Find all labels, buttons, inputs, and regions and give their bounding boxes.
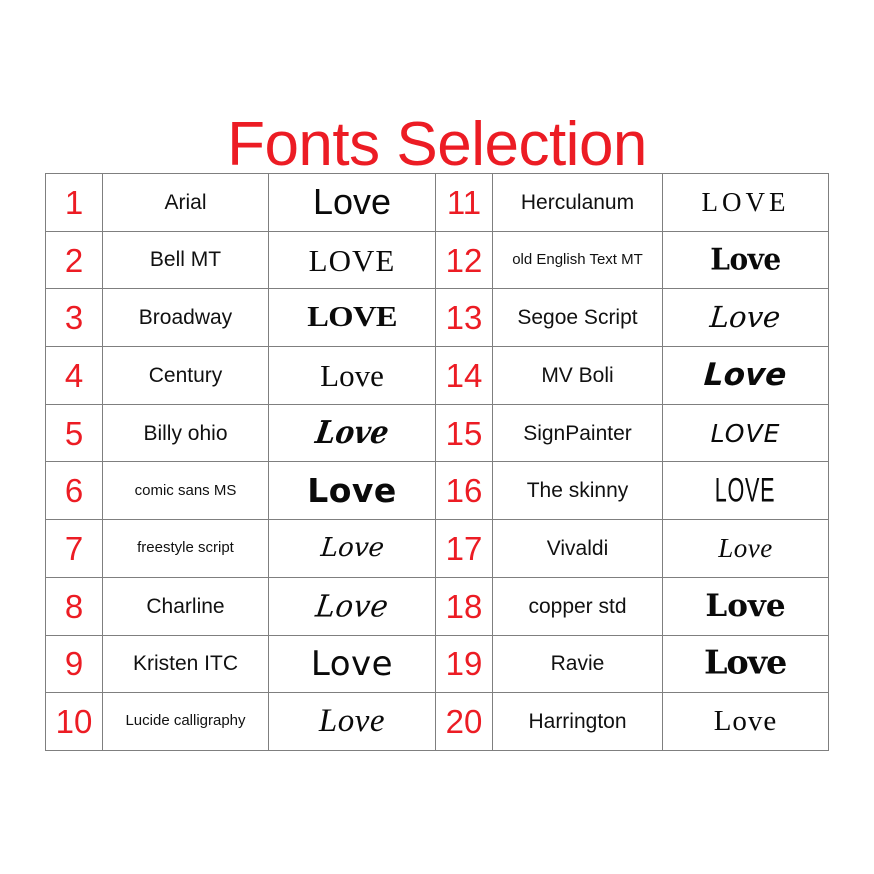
page-title: Fonts Selection (227, 109, 647, 179)
font-sample-17: Love (662, 519, 829, 578)
row-number-5: 5 (45, 403, 103, 463)
font-name-11: Herculanum (492, 173, 663, 232)
font-sample-1: Love (268, 173, 436, 232)
sample-text-2: LOVE (308, 242, 396, 278)
row-number-4: 4 (45, 346, 103, 405)
font-name-8: Charline (102, 576, 269, 636)
sample-text-13: Love (708, 300, 783, 335)
row-number-17: 17 (435, 519, 493, 578)
font-sample-4: Love (268, 346, 436, 405)
table-row: 8 Charline Love 18 copper std Love (45, 576, 829, 636)
font-name-20: Harrington (492, 692, 663, 751)
font-sample-10: Love (268, 692, 436, 751)
row-number-18: 18 (435, 576, 493, 636)
fonts-selection-table: 1 Arial Love 11 Herculanum LOVE 2 Bell M… (45, 173, 829, 751)
font-name-13: Segoe Script (492, 288, 663, 348)
font-name-4: Century (102, 346, 269, 405)
table-row: 3 Broadway LOVE 13 Segoe Script Love (45, 288, 829, 348)
font-name-16: The skinny (492, 461, 663, 521)
sample-text-5: Love (312, 414, 392, 452)
font-name-5: Billy ohio (102, 403, 269, 463)
row-number-11: 11 (435, 173, 493, 232)
row-number-16: 16 (435, 461, 493, 521)
row-number-10: 10 (45, 692, 103, 751)
sample-text-1: Love (312, 181, 392, 223)
font-name-15: SignPainter (492, 403, 663, 463)
sample-text-4: Love (320, 357, 384, 393)
font-sample-12: Love (662, 230, 829, 290)
font-sample-6: Love (268, 461, 436, 521)
sample-text-3: LOVE (307, 301, 397, 334)
row-number-12: 12 (435, 230, 493, 290)
font-sample-11: LOVE (662, 173, 829, 232)
row-number-1: 1 (45, 173, 103, 232)
row-number-15: 15 (435, 403, 493, 463)
font-name-17: Vivaldi (492, 519, 663, 578)
font-sample-3: LOVE (268, 288, 436, 348)
row-number-19: 19 (435, 634, 493, 694)
row-number-2: 2 (45, 230, 103, 290)
font-sample-9: Love (268, 634, 436, 694)
font-sample-8: Love (268, 576, 436, 636)
row-number-8: 8 (45, 576, 103, 636)
font-name-12: old English Text MT (492, 230, 663, 290)
table-row: 7 freestyle script Love 17 Vivaldi Love (45, 519, 829, 578)
row-number-9: 9 (45, 634, 103, 694)
sample-text-10: Love (318, 703, 386, 740)
sample-text-8: Love (313, 587, 391, 624)
font-sample-19: Love (662, 634, 829, 694)
row-number-6: 6 (45, 461, 103, 521)
sample-text-7: Love (318, 533, 386, 564)
font-name-14: MV Boli (492, 346, 663, 405)
table-row: 6 comic sans MS Love 16 The skinny LOVE (45, 461, 829, 521)
sample-text-12: Love (710, 241, 781, 278)
font-name-18: copper std (492, 576, 663, 636)
font-name-7: freestyle script (102, 519, 269, 578)
sample-text-9: Love (310, 643, 394, 684)
row-number-20: 20 (435, 692, 493, 751)
font-sample-20: Love (662, 692, 829, 751)
row-number-13: 13 (435, 288, 493, 348)
table-row: 2 Bell MT LOVE 12 old English Text MT Lo… (45, 230, 829, 290)
row-number-7: 7 (45, 519, 103, 578)
font-sample-14: Love (662, 346, 829, 405)
font-name-6: comic sans MS (102, 461, 269, 521)
font-sample-15: LOVE (662, 403, 829, 463)
table-row: 1 Arial Love 11 Herculanum LOVE (45, 173, 829, 232)
row-number-3: 3 (45, 288, 103, 348)
sample-text-19: Love (704, 644, 787, 683)
font-sample-13: Love (662, 288, 829, 348)
font-name-10: Lucide calligraphy (102, 692, 269, 751)
row-number-14: 14 (435, 346, 493, 405)
font-sample-16: LOVE (662, 461, 829, 521)
font-name-9: Kristen ITC (102, 634, 269, 694)
font-sample-18: Love (662, 576, 829, 636)
font-name-1: Arial (102, 173, 269, 232)
table-row: 4 Century Love 14 MV Boli Love (45, 346, 829, 405)
sample-text-17: Love (718, 532, 773, 563)
font-name-2: Bell MT (102, 230, 269, 290)
sample-text-6: Love (307, 471, 397, 511)
sample-text-11: LOVE (701, 186, 790, 217)
font-name-19: Ravie (492, 634, 663, 694)
table-row: 9 Kristen ITC Love 19 Ravie Love (45, 634, 829, 694)
sample-text-14: Love (703, 356, 788, 393)
font-sample-7: Love (268, 519, 436, 578)
table-row: 5 Billy ohio Love 15 SignPainter LOVE (45, 403, 829, 463)
table-row: 10 Lucide calligraphy Love 20 Harrington… (45, 692, 829, 751)
sample-text-16: LOVE (715, 471, 776, 510)
font-sample-2: LOVE (268, 230, 436, 290)
sample-text-15: LOVE (710, 418, 781, 448)
sample-text-18: Love (705, 587, 786, 624)
sample-text-20: Love (713, 705, 778, 738)
font-name-3: Broadway (102, 288, 269, 348)
font-sample-5: Love (268, 403, 436, 463)
